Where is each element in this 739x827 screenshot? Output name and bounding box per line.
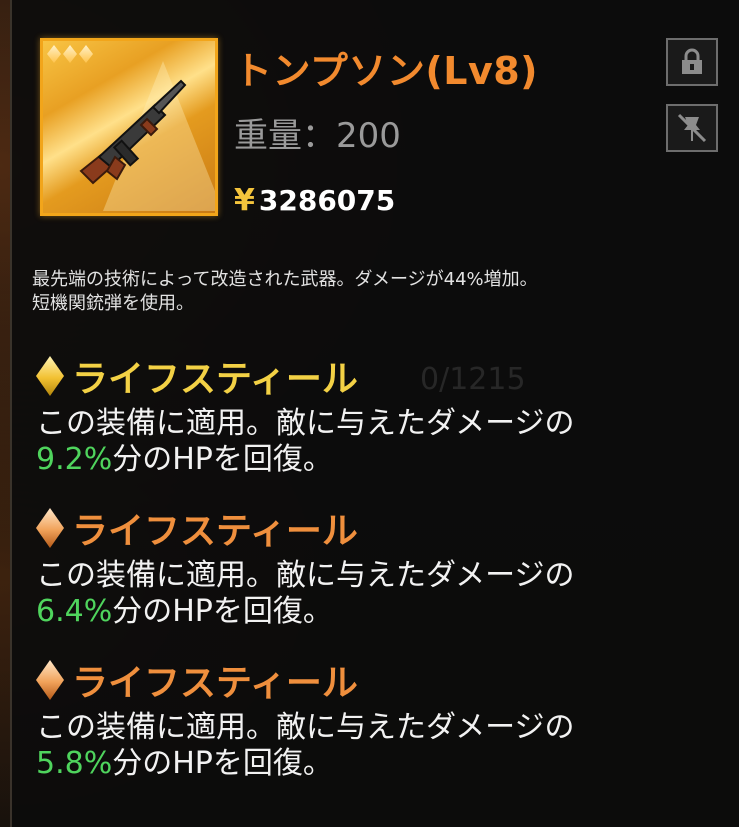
- effect-text-after: 分のHPを回復。: [112, 746, 333, 781]
- effect-header: ライフスティール: [36, 502, 696, 554]
- unpin-icon: [677, 113, 707, 143]
- submachine-gun-icon: [79, 79, 187, 185]
- item-name: トンプソン(Lv8): [234, 49, 539, 93]
- effect-text-line: 6.4%分のHPを回復。: [36, 594, 696, 630]
- effect-percent: 9.2%: [36, 442, 113, 477]
- price-value: 3286075: [258, 184, 396, 217]
- rarity-diamond-icon: [63, 45, 77, 63]
- item-description: 最先端の技術によって改造された武器。ダメージが44%増加。 短機関銃弾を使用。: [32, 268, 722, 316]
- yen-icon: ¥: [234, 183, 255, 218]
- effect-text-line: この装備に適用。敵に与えたダメージの: [36, 558, 575, 593]
- rarity-diamond-icon: [79, 45, 93, 63]
- gold-gem-icon: [36, 356, 64, 396]
- item-weight: 重量：200: [234, 116, 401, 156]
- effect-description: この装備に適用。敵に与えたダメージの 5.8%分のHPを回復。: [36, 710, 696, 782]
- effect-text-after: 分のHPを回復。: [112, 594, 333, 629]
- effect-text-line: この装備に適用。敵に与えたダメージの: [36, 710, 575, 745]
- rarity-diamond-icon: [47, 45, 61, 63]
- item-thumbnail[interactable]: [40, 38, 218, 216]
- effect-entry: ライフスティール この装備に適用。敵に与えたダメージの 5.8%分のHPを回復。: [36, 654, 696, 782]
- rarity-indicator: [47, 45, 93, 63]
- description-line: 短機関銃弾を使用。: [32, 293, 194, 314]
- lock-icon: [682, 48, 702, 74]
- effect-entry: ライフスティール この装備に適用。敵に与えたダメージの 6.4%分のHPを回復。: [36, 502, 696, 630]
- effect-header: ライフスティール: [36, 350, 696, 402]
- effect-text-line: この装備に適用。敵に与えたダメージの: [36, 406, 575, 441]
- effect-name: ライフスティール: [72, 511, 358, 552]
- effect-text-line: 5.8%分のHPを回復。: [36, 746, 696, 782]
- effect-text-after: 分のHPを回復。: [112, 442, 333, 477]
- description-line: 最先端の技術によって改造された武器。ダメージが44%増加。: [32, 269, 538, 290]
- effect-text-line: 9.2%分のHPを回復。: [36, 442, 696, 478]
- item-price: ¥ 3286075: [234, 183, 395, 218]
- effect-description: この装備に適用。敵に与えたダメージの 9.2%分のHPを回復。: [36, 406, 696, 478]
- effect-percent: 5.8%: [36, 746, 113, 781]
- lock-button[interactable]: [666, 38, 718, 86]
- orange-gem-icon: [36, 660, 64, 700]
- effect-description: この装備に適用。敵に与えたダメージの 6.4%分のHPを回復。: [36, 558, 696, 630]
- effect-percent: 6.4%: [36, 594, 113, 629]
- effect-name: ライフスティール: [72, 359, 358, 400]
- effect-header: ライフスティール: [36, 654, 696, 706]
- effect-entry: ライフスティール この装備に適用。敵に与えたダメージの 9.2%分のHPを回復。: [36, 350, 696, 478]
- effect-name: ライフスティール: [72, 663, 358, 704]
- orange-gem-icon: [36, 508, 64, 548]
- unpin-button[interactable]: [666, 104, 718, 152]
